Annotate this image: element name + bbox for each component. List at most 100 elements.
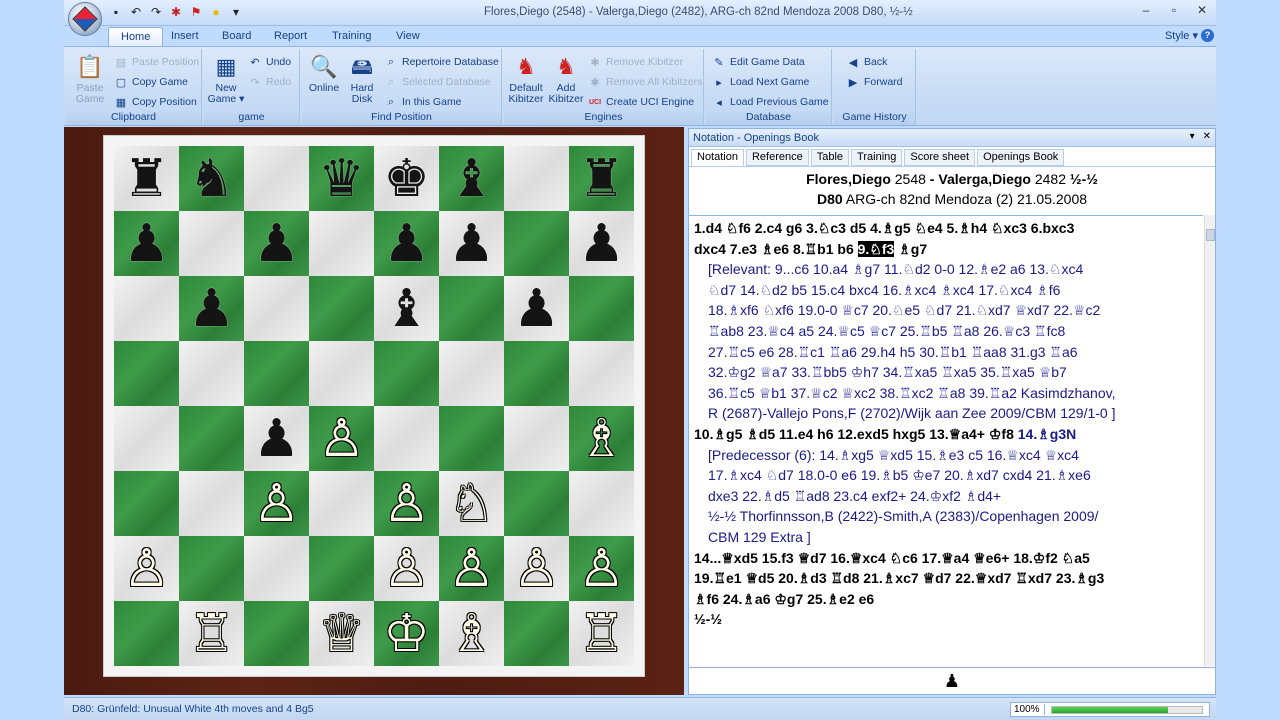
paste-game-button[interactable]: 📋 Paste Game — [70, 51, 110, 105]
white-piece-icon[interactable]: ♙ — [383, 543, 430, 595]
square-a6[interactable] — [114, 276, 179, 341]
white-piece-icon[interactable]: ♙ — [383, 478, 430, 530]
square-b6[interactable]: ♟ — [179, 276, 244, 341]
move-text[interactable]: ♗g7 — [894, 241, 927, 257]
move-text[interactable]: dxe3 22.♗d5 ♖ad8 23.c4 exf2+ 24.♔xf2 ♗d4… — [708, 488, 1001, 504]
move-text[interactable]: 1.d4 ♘f6 2.c4 g6 3.♘c3 d5 4.♗g5 ♘e4 5.♗h… — [694, 220, 1074, 236]
black-piece-icon[interactable]: ♜ — [123, 153, 170, 205]
square-b8[interactable]: ♞ — [179, 146, 244, 211]
variation-line[interactable]: ♘d7 14.♘d2 b5 15.c4 bxc4 16.♗xc4 ♗xc4 17… — [694, 280, 1199, 301]
move-text[interactable]: 18.♗xf6 ♘xf6 19.0-0 ♕c7 20.♘e5 ♘d7 21.♘x… — [708, 302, 1100, 318]
tab-training[interactable]: Training — [320, 27, 383, 46]
square-a4[interactable] — [114, 406, 179, 471]
maximize-button[interactable]: ▫ — [1160, 0, 1188, 20]
square-h2[interactable]: ♙ — [569, 536, 634, 601]
square-b5[interactable] — [179, 341, 244, 406]
square-f6[interactable] — [439, 276, 504, 341]
square-g1[interactable] — [504, 601, 569, 666]
move-text[interactable]: 32.♔g2 ♕a7 33.♖bb5 ♔h7 34.♖xa5 ♖xa5 35.♖… — [708, 364, 1067, 380]
variation-line[interactable]: ♖ab8 23.♕c4 a5 24.♕c5 ♕c7 25.♖b5 ♖a8 26.… — [694, 321, 1199, 342]
hard-disk-button[interactable]: 🖴 Hard Disk — [342, 51, 382, 105]
application-menu-button[interactable] — [68, 2, 102, 36]
variation-line[interactable]: dxe3 22.♗d5 ♖ad8 23.c4 exf2+ 24.♔xf2 ♗d4… — [694, 486, 1199, 507]
square-a3[interactable] — [114, 471, 179, 536]
square-b1[interactable]: ♖ — [179, 601, 244, 666]
move-text[interactable]: 14...♕xd5 15.f3 ♕d7 16.♕xc4 ♘c6 17.♕a4 ♕… — [694, 550, 1090, 566]
tab-insert[interactable]: Insert — [159, 27, 211, 46]
white-piece-icon[interactable]: ♖ — [188, 608, 235, 660]
load-previous-game-button[interactable]: ◂ Load Previous Game — [712, 93, 828, 111]
black-piece-icon[interactable]: ♟ — [448, 218, 495, 270]
copy-game-button[interactable]: ▢ Copy Game — [114, 73, 188, 91]
undo-icon[interactable]: ↶ — [128, 4, 144, 20]
square-f7[interactable]: ♟ — [439, 211, 504, 276]
black-piece-icon[interactable]: ♛ — [318, 153, 365, 205]
move-text[interactable]: CBM 129 Extra ] — [708, 529, 811, 545]
white-piece-icon[interactable]: ♙ — [253, 478, 300, 530]
square-g3[interactable] — [504, 471, 569, 536]
black-piece-icon[interactable]: ♟ — [383, 218, 430, 270]
square-a7[interactable]: ♟ — [114, 211, 179, 276]
square-b7[interactable] — [179, 211, 244, 276]
square-d4[interactable]: ♙ — [309, 406, 374, 471]
variation-line[interactable]: ½-½ Thorfinnsson,B (2422)-Smith,A (2383)… — [694, 506, 1199, 527]
square-f3[interactable]: ♘ — [439, 471, 504, 536]
move-text[interactable]: ♘d7 14.♘d2 b5 15.c4 bxc4 16.♗xc4 ♗xc4 17… — [708, 282, 1060, 298]
square-c6[interactable] — [244, 276, 309, 341]
notation-body[interactable]: 1.d4 ♘f6 2.c4 g6 3.♘c3 d5 4.♗g5 ♘e4 5.♗h… — [689, 215, 1203, 666]
variation-line[interactable]: 18.♗xf6 ♘xf6 19.0-0 ♕c7 20.♘e5 ♘d7 21.♘x… — [694, 300, 1199, 321]
square-d1[interactable]: ♕ — [309, 601, 374, 666]
variation-line[interactable]: 27.♖c5 e6 28.♖c1 ♖a6 29.h4 h5 30.♖b1 ♖aa… — [694, 342, 1199, 363]
minimize-button[interactable]: – — [1132, 0, 1160, 20]
move-text[interactable]: [Predecessor (6): 14.♗xg5 ♕xd5 15.♗e3 c5… — [708, 447, 1079, 463]
variation-line[interactable]: 36.♖c5 ♕b1 37.♕c2 ♕xc2 38.♖xc2 ♖a8 39.♖a… — [694, 383, 1199, 404]
add-kibitzer-button[interactable]: ♞ Add Kibitzer — [546, 51, 586, 105]
panel-close-icon[interactable]: ✕ — [1203, 131, 1211, 142]
black-piece-icon[interactable]: ♝ — [383, 283, 430, 335]
black-piece-icon[interactable]: ♝ — [448, 153, 495, 205]
black-piece-icon[interactable]: ♟ — [578, 218, 625, 270]
white-piece-icon[interactable]: ♙ — [448, 543, 495, 595]
kibitzer-icon[interactable]: ✱ — [168, 4, 184, 20]
move-text[interactable]: 10.♗g5 ♗d5 11.e4 h6 12.exd5 hxg5 13.♕a4+… — [694, 426, 1018, 442]
black-piece-icon[interactable]: ♟ — [253, 218, 300, 270]
style-menu[interactable]: Style ▾ — [1165, 29, 1198, 42]
tab-view[interactable]: View — [384, 27, 432, 46]
notation-scrollbar[interactable] — [1204, 215, 1215, 666]
paste-position-button[interactable]: ▤ Paste Position — [114, 53, 199, 71]
white-piece-icon[interactable]: ♗ — [578, 413, 625, 465]
save-icon[interactable]: ▪ — [108, 4, 124, 20]
white-piece-icon[interactable]: ♙ — [578, 543, 625, 595]
variation-line[interactable]: [Relevant: 9...c6 10.a4 ♗g7 11.♘d2 0-0 1… — [694, 259, 1199, 280]
chessboard[interactable]: ♜ ♞ ♛ ♚ ♝ ♜ ♟ ♟ ♟ ♟ ♟ ♟ ♝ ♟ ♟ ♙ ♗ ♙ ♙ ♘ ♙ ♙ ♙ ♙ ♙ ♖ ♕ ♔ ♗ ♖ — [114, 146, 634, 666]
redo-button[interactable]: ↷ Redo — [248, 73, 291, 91]
square-e6[interactable]: ♝ — [374, 276, 439, 341]
square-a2[interactable]: ♙ — [114, 536, 179, 601]
black-piece-icon[interactable]: ♚ — [383, 153, 430, 205]
black-piece-icon[interactable]: ♟ — [513, 283, 560, 335]
mainline-line[interactable]: dxc4 7.e3 ♗e6 8.♖b1 b6 9.♘f3 ♗g7 — [694, 239, 1199, 260]
move-text[interactable]: ½-½ Thorfinnsson,B (2422)-Smith,A (2383)… — [708, 508, 1098, 524]
square-f4[interactable] — [439, 406, 504, 471]
square-a8[interactable]: ♜ — [114, 146, 179, 211]
white-piece-icon[interactable]: ♗ — [448, 608, 495, 660]
square-g7[interactable] — [504, 211, 569, 276]
move-text[interactable]: 19.♖e1 ♕d5 20.♗d3 ♖d8 21.♗xc7 ♕d7 22.♕xd… — [694, 570, 1104, 586]
flag-icon[interactable]: ⚑ — [188, 4, 204, 20]
square-h5[interactable] — [569, 341, 634, 406]
move-text[interactable]: ½-½ — [694, 611, 722, 627]
white-piece-icon[interactable]: ♙ — [513, 543, 560, 595]
white-piece-icon[interactable]: ♔ — [383, 608, 430, 660]
square-b4[interactable] — [179, 406, 244, 471]
square-h1[interactable]: ♖ — [569, 601, 634, 666]
tab-score-sheet[interactable]: Score sheet — [904, 149, 976, 166]
square-e8[interactable]: ♚ — [374, 146, 439, 211]
load-next-game-button[interactable]: ▸ Load Next Game — [712, 73, 809, 91]
square-b3[interactable] — [179, 471, 244, 536]
novelty-move[interactable]: 14.♗g3N — [1018, 426, 1076, 442]
square-b2[interactable] — [179, 536, 244, 601]
square-f1[interactable]: ♗ — [439, 601, 504, 666]
square-e4[interactable] — [374, 406, 439, 471]
black-piece-icon[interactable]: ♜ — [578, 153, 625, 205]
square-h6[interactable] — [569, 276, 634, 341]
